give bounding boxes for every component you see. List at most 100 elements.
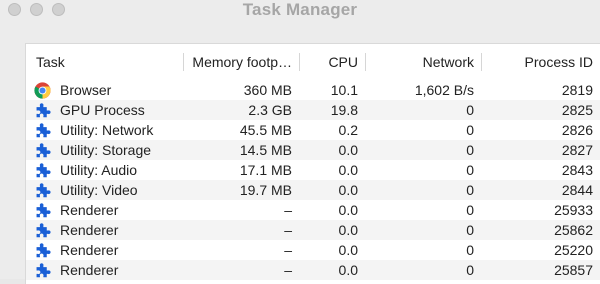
process-id-cell: 2826	[561, 122, 593, 138]
task-cell: Utility: Network	[26, 120, 184, 140]
task-name: Utility: Audio	[60, 162, 138, 178]
puzzle-icon	[34, 222, 51, 239]
network-cell: 0	[366, 260, 482, 280]
task-name: Utility: Network	[60, 122, 154, 138]
column-header-process-id[interactable]: Process ID	[482, 44, 600, 80]
process-id-cell: 25862	[482, 220, 600, 240]
table-row[interactable]: Utility: Network 45.5 MB 0.2 0 2826	[26, 120, 600, 140]
table-row[interactable]: GPU Process 2.3 GB 19.8 0 2825	[26, 100, 600, 120]
cpu-cell: 0.0	[338, 242, 358, 258]
puzzle-icon	[34, 102, 51, 119]
task-name: Renderer	[60, 202, 119, 218]
network-cell: 0	[466, 242, 474, 258]
table-row[interactable]: Utility: Storage 14.5 MB 0.0 0 2827	[26, 140, 600, 160]
table-row[interactable]: Utility: Video 19.7 MB 0.0 0 2844	[26, 180, 600, 200]
memory-cell: –	[284, 202, 292, 218]
memory-cell: 360 MB	[243, 82, 292, 98]
puzzle-icon	[34, 182, 51, 199]
network-cell: 0	[466, 202, 474, 218]
network-cell: 0	[366, 220, 482, 240]
cpu-cell: 0.2	[338, 122, 358, 138]
table-row[interactable]: Renderer –0.0 0 25862	[26, 220, 600, 240]
task-cell: Renderer	[26, 260, 184, 280]
memory-cell: –	[184, 260, 300, 280]
process-id-cell: 25933	[554, 202, 593, 218]
task-name: Renderer	[60, 262, 119, 278]
task-name: Utility: Storage	[60, 142, 152, 158]
cpu-cell: 0.0	[300, 140, 366, 160]
task-name: Renderer	[60, 222, 119, 238]
process-id-cell: 25857	[482, 260, 600, 280]
cpu-cell: 0.0	[338, 162, 358, 178]
task-cell-content: Utility: Audio	[34, 162, 176, 179]
task-cell-content: Browser	[34, 81, 176, 99]
network-cell: 0	[366, 100, 482, 120]
task-cell-content: Renderer	[34, 202, 176, 219]
process-table-body: Browser 360 MB 10.1 1,602 B/s 2819 GPU Proces…	[26, 80, 600, 280]
cpu-cell: 10.1	[330, 82, 358, 98]
task-cell-content: Renderer	[34, 262, 176, 279]
puzzle-icon	[34, 122, 51, 139]
column-header-cpu[interactable]: CPU	[300, 44, 366, 80]
process-id-cell: 2825	[482, 100, 600, 120]
task-cell-content: Utility: Network	[34, 122, 176, 139]
process-id-cell: 2827	[482, 140, 600, 160]
memory-cell: –	[284, 242, 292, 258]
puzzle-icon	[34, 162, 51, 179]
task-cell-content: Utility: Storage	[34, 142, 176, 159]
memory-cell: 2.3 GB	[184, 100, 300, 120]
process-id-cell: 2819	[561, 82, 593, 98]
task-name: Renderer	[60, 242, 119, 258]
memory-cell: 17.1 MB	[239, 162, 292, 178]
task-name: GPU Process	[60, 102, 145, 118]
task-manager-window: Task Manager Task Memory footp… CPU Netw…	[0, 0, 600, 284]
puzzle-icon	[34, 262, 51, 279]
network-cell: 0	[466, 162, 474, 178]
cpu-cell: 0.0	[300, 220, 366, 240]
task-cell: Renderer	[26, 200, 184, 220]
task-name: Browser	[60, 82, 112, 98]
memory-cell: 19.7 MB	[184, 180, 300, 200]
chrome-icon	[34, 81, 51, 99]
task-cell: Utility: Storage	[26, 140, 184, 160]
task-cell: Utility: Audio	[26, 160, 184, 180]
cpu-cell: 0.0	[300, 260, 366, 280]
network-cell: 0	[466, 122, 474, 138]
task-cell: GPU Process	[26, 100, 184, 120]
process-table: Task Memory footp… CPU Network Process I…	[26, 44, 600, 280]
task-cell-content: Renderer	[34, 222, 176, 239]
cpu-cell: 19.8	[300, 100, 366, 120]
task-cell-content: Utility: Video	[34, 182, 176, 199]
process-id-cell: 25220	[554, 242, 593, 258]
puzzle-icon	[34, 142, 51, 159]
table-header-row: Task Memory footp… CPU Network Process I…	[26, 44, 600, 80]
window-title: Task Manager	[242, 0, 358, 19]
task-cell: Utility: Video	[26, 180, 184, 200]
cpu-cell: 0.0	[338, 202, 358, 218]
task-cell: Renderer	[26, 240, 184, 260]
cpu-cell: 0.0	[300, 180, 366, 200]
task-name: Utility: Video	[60, 182, 138, 198]
task-cell: Renderer	[26, 220, 184, 240]
task-cell-content: GPU Process	[34, 102, 176, 119]
network-cell: 1,602 B/s	[414, 82, 474, 98]
column-header-network[interactable]: Network	[366, 44, 482, 80]
table-row[interactable]: Browser 360 MB 10.1 1,602 B/s 2819	[26, 80, 600, 100]
table-row[interactable]: Renderer – 0.0 0 25220	[26, 240, 600, 260]
puzzle-icon	[34, 242, 51, 259]
puzzle-icon	[34, 202, 51, 219]
table-row[interactable]: Utility: Audio 17.1 MB 0.0 0 2843	[26, 160, 600, 180]
table-row[interactable]: Renderer – 0.0 0 25933	[26, 200, 600, 220]
table-row[interactable]: Renderer –0.0 0 25857	[26, 260, 600, 280]
task-cell-content: Renderer	[34, 242, 176, 259]
process-id-cell: 2843	[561, 162, 593, 178]
memory-cell: –	[184, 220, 300, 240]
column-header-memory[interactable]: Memory footp…	[184, 44, 300, 80]
process-table-panel: Task Memory footp… CPU Network Process I…	[25, 43, 600, 284]
column-header-task[interactable]: Task	[26, 44, 184, 80]
title-bar: Task Manager	[0, 0, 600, 24]
memory-cell: 14.5 MB	[184, 140, 300, 160]
network-cell: 0	[366, 180, 482, 200]
network-cell: 0	[366, 140, 482, 160]
task-cell: Browser	[26, 80, 184, 100]
